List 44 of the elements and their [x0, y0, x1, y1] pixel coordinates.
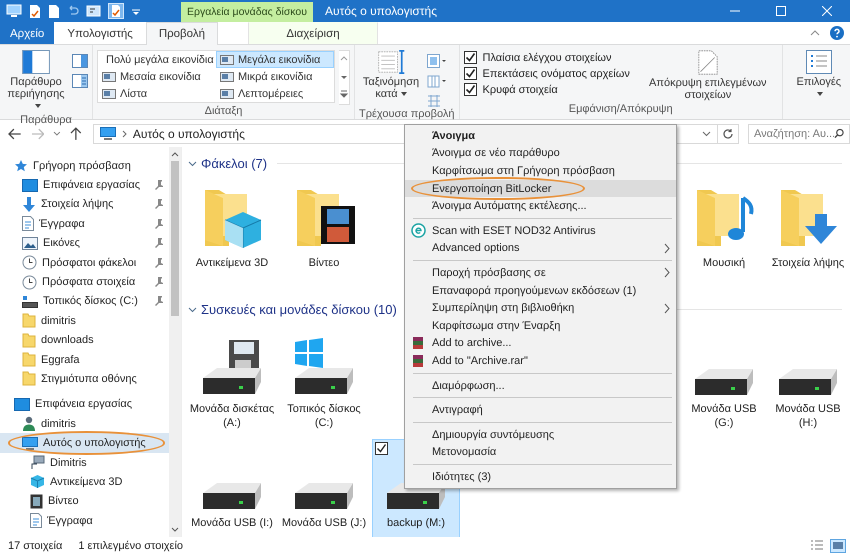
item-label: Αντικείμενα 3D: [196, 256, 268, 270]
item-label: Dimitris: [50, 456, 87, 469]
group-label: Διάταξη: [204, 105, 244, 119]
item-label: dimitris: [41, 418, 76, 430]
section-title: Συσκευές και μονάδες δίσκου (10): [201, 302, 397, 316]
item-label: backup (M:): [386, 516, 446, 530]
item-label: Επιφάνεια εργασίας: [35, 398, 132, 410]
group-label: Τρέχουσα προβολή: [359, 108, 455, 120]
item-label: Τοπικός δίσκος (C:): [43, 295, 138, 308]
item-label: Eggrafa: [41, 354, 80, 366]
item-label: Στιγμιότυπα οθόνης: [41, 372, 137, 385]
group-label: Παράθυρα: [19, 114, 73, 126]
item-label: Αυτός ο υπολογιστής: [43, 437, 146, 450]
item-label: Μονάδα USB (H:): [774, 402, 842, 430]
selection-count: 1 επιλεγμένο στοιχείο: [78, 540, 184, 552]
item-label: Εικόνες: [43, 237, 80, 250]
item-label: downloads: [41, 334, 94, 346]
item-label: Στοιχεία λήψης: [41, 198, 114, 210]
group-label: Εμφάνιση/Απόκρυψη: [568, 103, 674, 117]
context-tab-title: Εργαλεία μονάδας δίσκου: [181, 2, 314, 22]
item-label: Μονάδα USB (G:): [690, 402, 758, 430]
item-count: 17 στοιχεία: [8, 540, 62, 552]
checkbox-label: Πλαίσια ελέγχου στοιχείων: [482, 52, 612, 64]
item-label: Επιφάνεια εργασίας: [43, 179, 140, 192]
item-label: Μονάδα δισκέτας (A:): [189, 402, 275, 430]
item-label: Πρόσφατοι φάκελοι: [42, 256, 136, 269]
item-label: Τοπικός δίσκος (C:): [286, 402, 362, 430]
checkbox-label: Κρυφά στοιχεία: [482, 84, 558, 96]
item-label: Έγγραφα: [47, 514, 93, 527]
item-label: Μονάδα USB (I:): [191, 516, 273, 530]
item-label: Αντικείμενα 3D: [50, 476, 122, 488]
item-label: Βίντεο: [308, 256, 340, 270]
item-label: Μουσική: [702, 256, 746, 270]
path-text: Αυτός ο υπολογιστής: [132, 126, 245, 140]
section-title: Φάκελοι (7): [201, 156, 268, 170]
item-label: Γρήγορη πρόσβαση: [33, 160, 131, 172]
item-label: Στοιχεία λήψης: [772, 256, 844, 270]
window-title: Αυτός ο υπολογιστής: [324, 3, 437, 20]
checkbox-label: Επεκτάσεις ονόματος αρχείων: [482, 68, 630, 80]
item-label: Βίντεο: [48, 495, 79, 508]
item-label: dimitris: [41, 314, 76, 327]
item-label: Πρόσφατα στοιχεία: [42, 276, 136, 288]
item-label: Μονάδα USB (J:): [282, 516, 366, 530]
item-label: Έγγραφα: [39, 218, 85, 230]
